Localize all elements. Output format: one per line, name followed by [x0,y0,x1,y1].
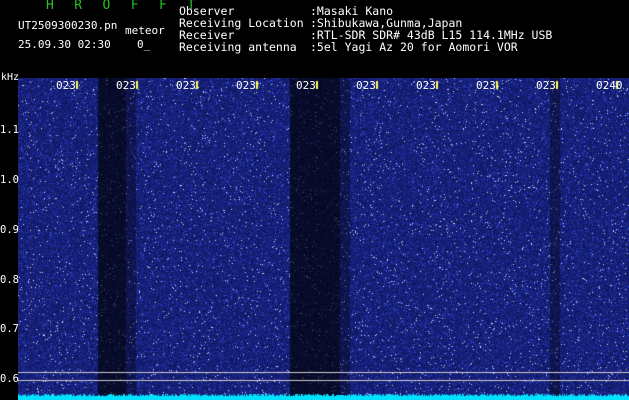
timestamp: 25.09.30 02:30 [18,38,111,51]
y-tick-label: 0.7 [0,323,19,335]
x-tick-label: 023 [56,79,76,92]
y-tick-label: 1.0 [0,174,19,186]
spectrogram-image [18,78,629,400]
y-axis-unit: kHz [1,72,20,83]
x-tick-label: 023 [416,79,436,92]
file-name: UT2509300230.pn [18,19,118,32]
x-tick-label: 023 [536,79,556,92]
y-tick-label: 1.1 [0,124,19,136]
y-tick-label: 0.9 [0,224,19,236]
x-tick-label: 023 [116,79,136,92]
y-tick-label: 0.8 [0,274,19,286]
y-tick-label: 0.6 [0,373,19,385]
meteor-label: meteor [125,24,165,37]
antenna-value: :5el Yagi Az 20 for Aomori VOR [310,40,518,54]
x-tick-label: 023 [236,79,256,92]
x-tick-label: 023 [176,79,196,92]
x-tick-label: 0240 [596,79,623,92]
antenna-label: Receiving antenna [179,40,297,54]
x-tick-label: 023 [476,79,496,92]
x-tick-label: 023 [356,79,376,92]
x-tick-label: 023 [296,79,316,92]
meteor-count: 0_ [137,38,151,51]
